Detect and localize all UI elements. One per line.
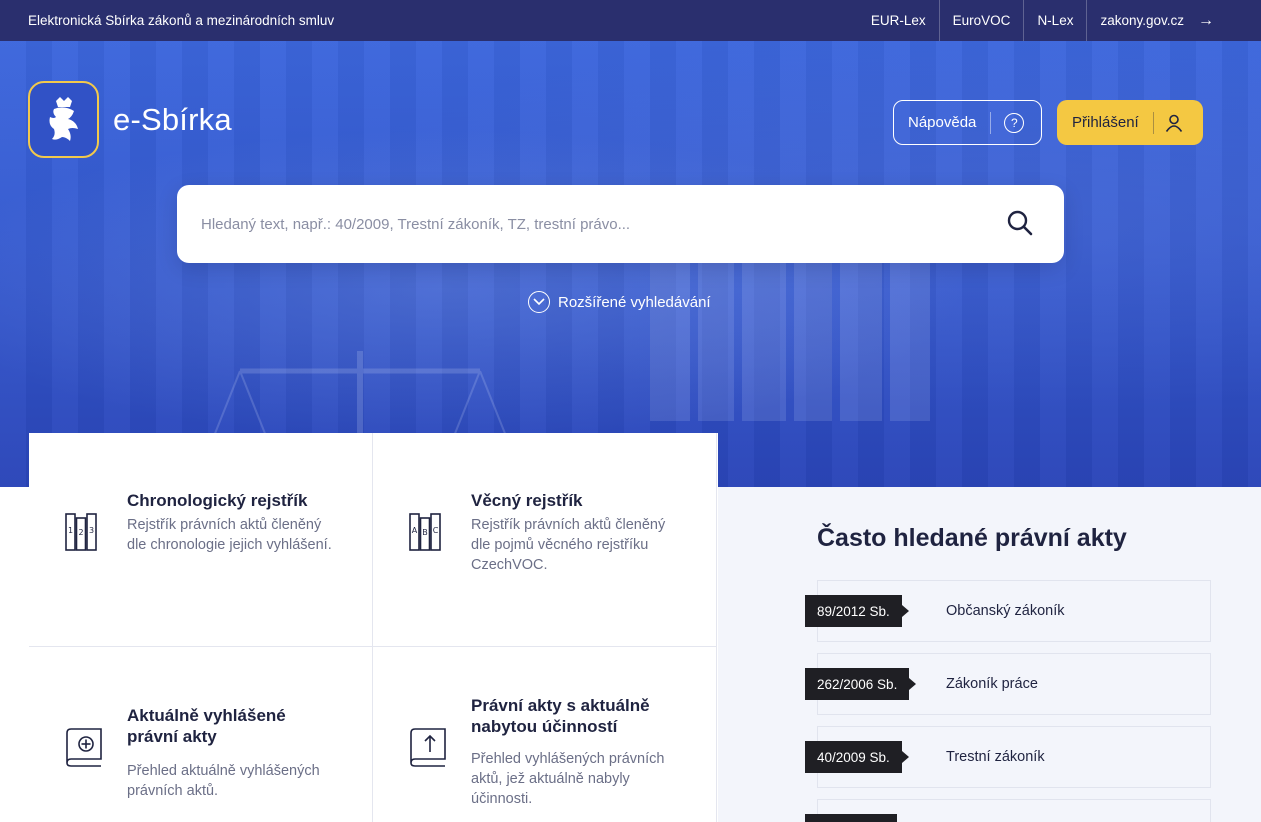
help-button[interactable]: Nápověda ? [893,100,1042,145]
act-number-badge: 40/2009 Sb. [805,741,909,773]
hero-banner: e-Sbírka Nápověda ? Přihlášení Hledaný t… [0,41,1261,487]
act-name: Trestní zákoník [946,749,1045,765]
search-box [177,185,1064,263]
register-cards: 1 2 3 Chronologický rejstřík Rejstřík pr… [29,433,718,822]
divider [1152,111,1154,134]
frequent-act-item[interactable]: 40/2009 Sb. Trestní zákoník [805,726,1211,788]
top-bar: Elektronická Sbírka zákonů a mezinárodní… [0,0,1261,41]
link-eur-lex[interactable]: EUR-Lex [858,0,939,41]
advanced-search-toggle[interactable]: Rozšířené vyhledávání [528,291,711,313]
link-label: zakony.gov.cz [1100,13,1184,28]
card-title: Věcný rejstřík [471,491,583,510]
link-eurovoc[interactable]: EuroVOC [938,0,1024,41]
link-label: N-Lex [1037,13,1074,28]
frequent-act-item[interactable]: 262/2006 Sb. Zákoník práce [805,653,1211,715]
login-button[interactable]: Přihlášení [1057,100,1203,145]
search-icon[interactable] [1006,209,1034,237]
book-arrow-up-icon [410,728,446,767]
divider [990,111,992,134]
svg-text:A: A [412,526,418,535]
subject-register-icon: A B C [409,513,441,551]
card-title: Chronologický rejstřík [127,491,308,510]
card-description: Rejstřík právních aktů členěný dle pojmů… [471,517,666,573]
help-label: Nápověda [908,114,977,131]
act-name: Zákoník práce [946,676,1038,692]
chevron-down-icon [528,291,550,313]
svg-text:2: 2 [78,528,83,537]
page: Elektronická Sbírka zákonů a mezinárodní… [0,0,1261,822]
card-effective-acts[interactable]: Právní akty s aktuálně nabytou účinností… [373,647,717,822]
act-number-badge: 89/2012 Sb. [805,595,909,627]
external-links: EUR-Lex EuroVOC N-Lex zakony.gov.cz → [858,0,1227,41]
link-zakony[interactable]: zakony.gov.cz → [1086,0,1227,41]
link-label: EuroVOC [952,13,1011,28]
card-description: Rejstřík právních aktů členěný dle chron… [127,517,332,553]
site-title: Elektronická Sbírka zákonů a mezinárodní… [28,13,335,28]
advanced-search-label: Rozšířené vyhledávání [558,293,711,311]
search-input[interactable] [201,215,981,233]
site-logo[interactable]: e-Sbírka [28,81,232,158]
chronological-register-icon: 1 2 3 [65,513,97,551]
frequent-act-item[interactable]: 89/2012 Sb. Občanský zákoník [805,580,1211,642]
act-name: Občanský zákoník [946,603,1065,619]
link-n-lex[interactable]: N-Lex [1023,0,1086,41]
card-chronological-register[interactable]: 1 2 3 Chronologický rejstřík Rejstřík pr… [29,433,373,647]
lion-icon [49,96,78,141]
login-label: Přihlášení [1072,114,1139,131]
svg-text:B: B [422,528,428,537]
frequent-acts-title: Často hledané právní akty [817,524,1127,552]
link-label: EUR-Lex [870,13,926,28]
card-subject-register[interactable]: A B C Věcný rejstřík Rejstřík právních a… [373,433,717,647]
card-description: Přehled vyhlášených právních aktů, jež a… [471,751,665,807]
question-mark-icon: ? [1004,112,1025,133]
logo-text: e-Sbírka [113,101,232,137]
card-title: Právní akty s aktuálně nabytou účinností [471,696,650,736]
card-description: Přehled aktuálně vyhlášených právních ak… [127,763,320,799]
act-number-badge: 262/2006 Sb. [805,668,917,700]
svg-text:1: 1 [68,526,73,535]
user-icon [1165,114,1182,132]
arrow-right-icon: → [1198,11,1214,29]
coat-of-arms-icon [28,81,99,158]
book-plus-icon [66,728,102,767]
card-recent-acts[interactable]: Aktuálně vyhlášené právní akty Přehled a… [29,647,373,822]
frequent-act-item[interactable] [805,799,1211,822]
card-title: Aktuálně vyhlášené právní akty [127,706,286,746]
svg-text:3: 3 [89,526,94,535]
act-number-badge [805,814,897,822]
svg-text:C: C [433,526,439,535]
